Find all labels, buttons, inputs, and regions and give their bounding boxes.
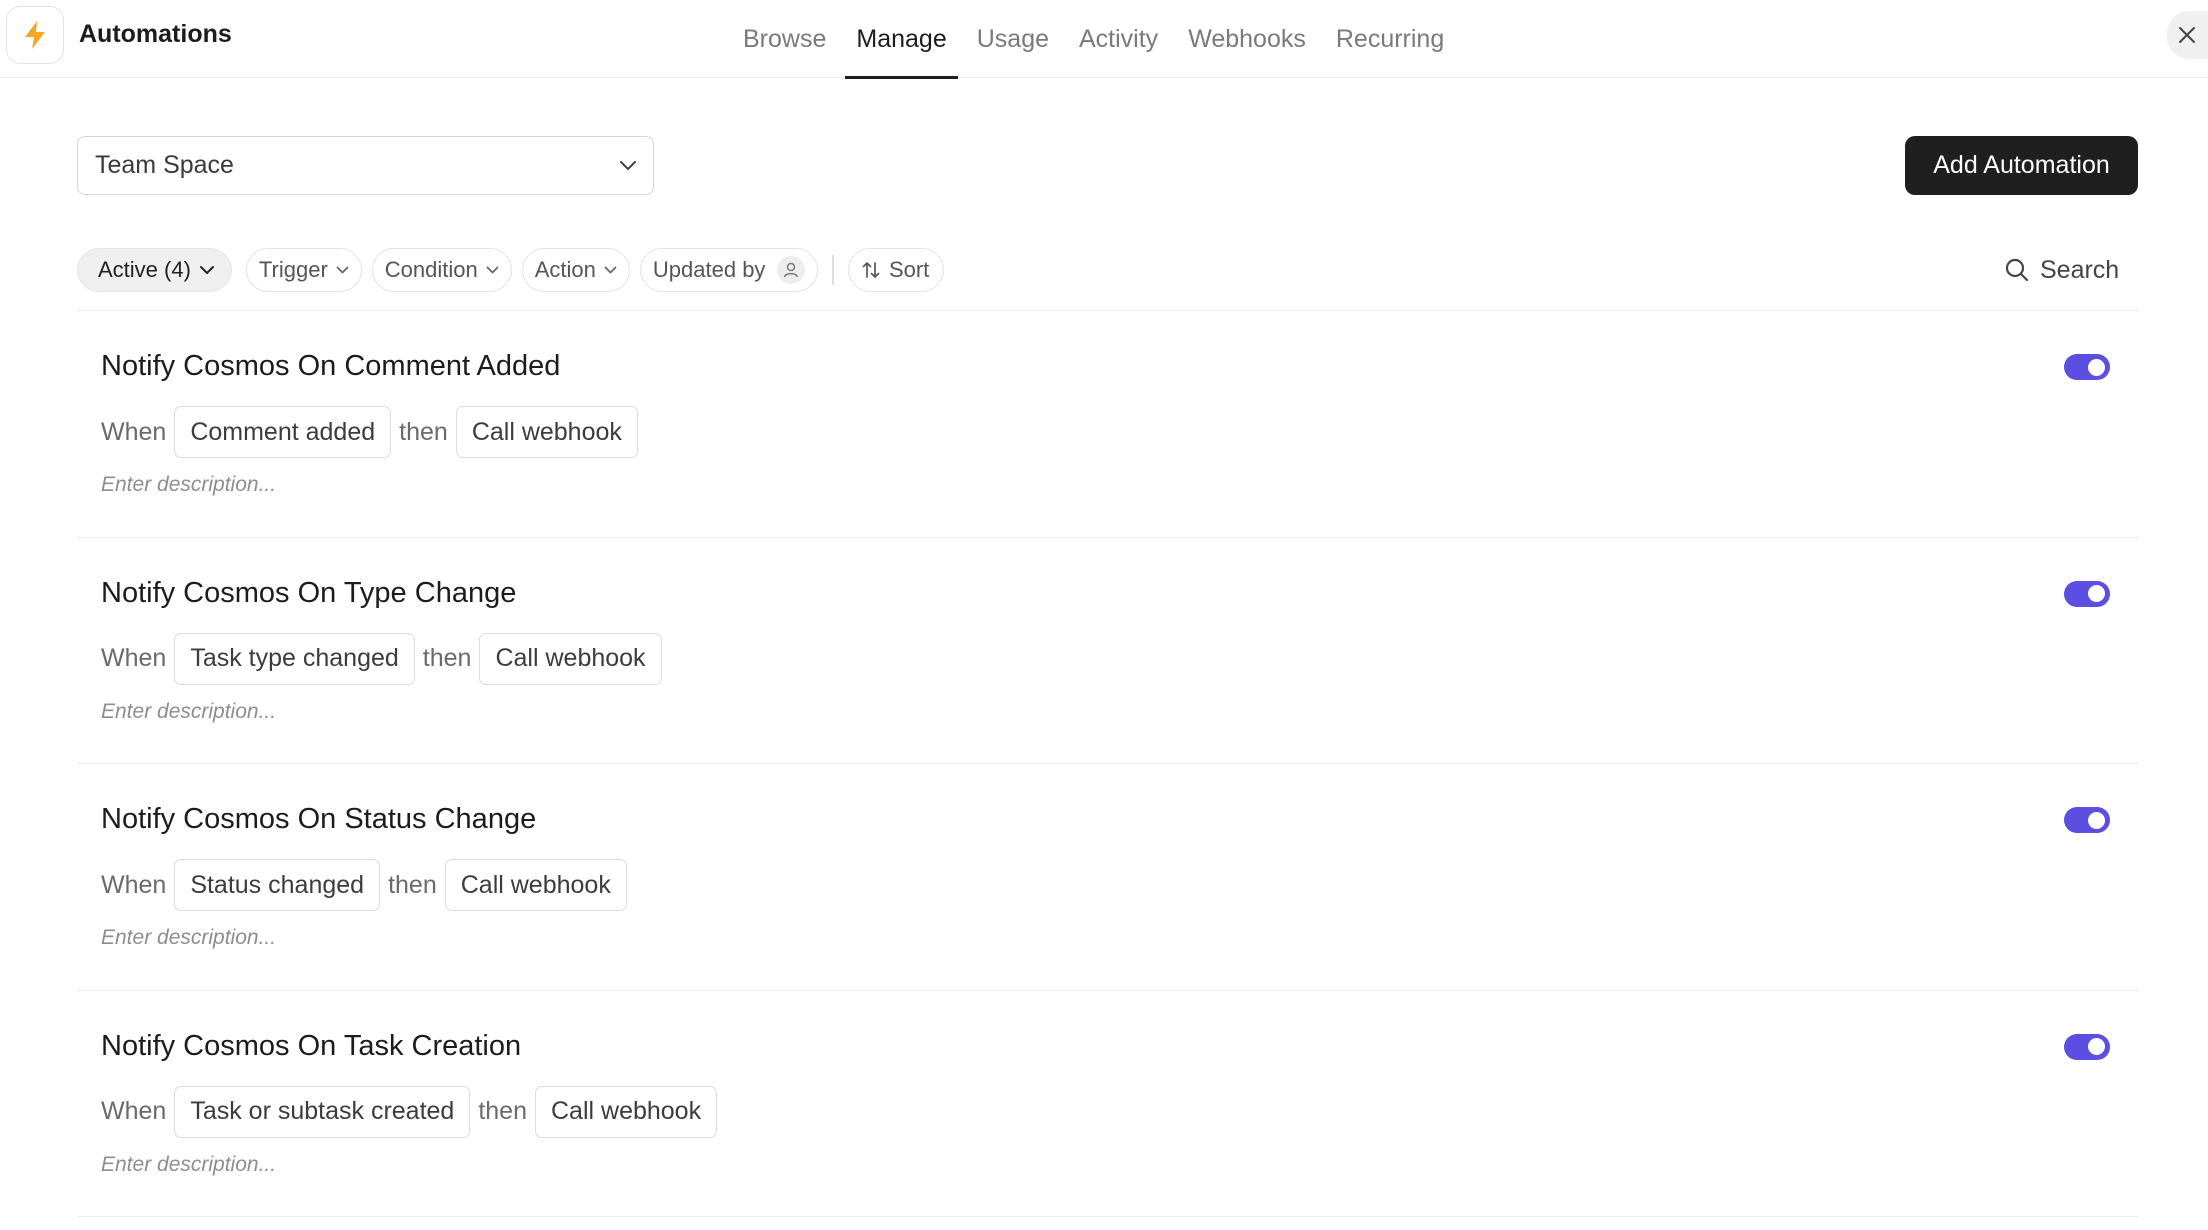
then-label: then [478, 1097, 527, 1125]
automation-row: Notify Cosmos On Comment Added When Comm… [77, 311, 2139, 538]
search-button[interactable]: Search [2004, 252, 2119, 288]
updated-by-filter-label: Updated by [652, 257, 766, 282]
enabled-toggle[interactable] [2064, 580, 2110, 607]
condition-filter-chip[interactable]: Condition [371, 248, 512, 292]
when-label: When [101, 644, 167, 672]
app-title: Automations [79, 20, 232, 48]
tab-webhooks[interactable]: Webhooks [1173, 0, 1321, 78]
app-logo [6, 6, 64, 64]
filter-divider [832, 255, 834, 285]
chevron-down-icon [486, 266, 499, 274]
filter-bar: Active (4) Trigger Condition Action Upda… [77, 248, 954, 292]
trigger-filter-chip[interactable]: Trigger [245, 248, 362, 292]
action-pill[interactable]: Call webhook [479, 632, 662, 685]
tab-recurring[interactable]: Recurring [1321, 0, 1459, 78]
trigger-pill[interactable]: Status changed [174, 859, 381, 911]
add-automation-button[interactable]: Add Automation [1905, 136, 2138, 195]
action-filter-label: Action [534, 257, 596, 282]
user-avatar-icon [777, 256, 806, 284]
automation-row: Notify Cosmos On Status Change When Stat… [77, 764, 2139, 991]
automation-list: Notify Cosmos On Comment Added When Comm… [77, 310, 2139, 1217]
tab-activity[interactable]: Activity [1064, 0, 1173, 78]
when-label: When [101, 1097, 167, 1125]
lightning-bolt-icon [25, 21, 45, 49]
when-label: When [101, 417, 167, 446]
sort-arrows-icon [861, 260, 881, 280]
condition-filter-label: Condition [384, 257, 478, 282]
automation-flow: When Comment added then Call webhook [101, 406, 646, 458]
action-pill[interactable]: Call webhook [455, 406, 638, 458]
then-label: then [422, 644, 472, 672]
chevron-down-icon [336, 266, 349, 274]
top-bar: Automations Browse Manage Usage Activity… [0, 0, 2208, 79]
trigger-filter-label: Trigger [258, 257, 328, 282]
tab-usage[interactable]: Usage [962, 0, 1064, 78]
chevron-down-icon [199, 265, 215, 275]
tab-manage[interactable]: Manage [841, 0, 961, 79]
automation-row: Notify Cosmos On Type Change When Task t… [77, 538, 2139, 764]
description-field[interactable]: Enter description... [101, 926, 276, 950]
close-icon [2179, 27, 2195, 43]
automation-title[interactable]: Notify Cosmos On Status Change [101, 803, 536, 836]
automation-flow: When Status changed then Call webhook [101, 859, 635, 911]
chevron-down-icon [604, 266, 617, 274]
description-field[interactable]: Enter description... [101, 473, 276, 497]
then-label: then [388, 870, 437, 899]
tab-browse[interactable]: Browse [728, 0, 841, 78]
description-field[interactable]: Enter description... [101, 1153, 276, 1177]
close-button[interactable] [2167, 11, 2208, 59]
toggle-knob [2088, 811, 2105, 829]
sort-chip[interactable]: Sort [847, 248, 945, 292]
action-filter-chip[interactable]: Action [521, 248, 630, 292]
enabled-toggle[interactable] [2064, 807, 2110, 833]
automation-flow: When Task type changed then Call webhook [101, 632, 670, 685]
sort-label: Sort [888, 257, 930, 282]
trigger-pill[interactable]: Task type changed [174, 632, 415, 685]
when-label: When [101, 870, 167, 899]
automation-title[interactable]: Notify Cosmos On Type Change [101, 577, 516, 610]
automation-title[interactable]: Notify Cosmos On Task Creation [101, 1030, 521, 1063]
updated-by-filter-chip[interactable]: Updated by [639, 248, 819, 292]
space-select[interactable]: Team Space [77, 136, 654, 195]
toggle-knob [2088, 1038, 2105, 1055]
active-filter-label: Active (4) [98, 257, 191, 282]
active-filter-chip[interactable]: Active (4) [77, 248, 232, 292]
search-label: Search [2040, 255, 2120, 284]
chevron-down-icon [620, 160, 636, 170]
action-pill[interactable]: Call webhook [535, 1085, 718, 1138]
automation-flow: When Task or subtask created then Call w… [101, 1085, 725, 1138]
trigger-pill[interactable]: Comment added [174, 406, 392, 458]
tab-bar: Browse Manage Usage Activity Webhooks Re… [728, 0, 1459, 79]
then-label: then [399, 417, 448, 446]
trigger-pill[interactable]: Task or subtask created [174, 1085, 471, 1138]
automation-title[interactable]: Notify Cosmos On Comment Added [101, 350, 560, 383]
action-pill[interactable]: Call webhook [444, 859, 627, 911]
enabled-toggle[interactable] [2064, 1033, 2110, 1060]
space-select-value: Team Space [95, 151, 234, 179]
description-field[interactable]: Enter description... [101, 700, 276, 724]
toggle-knob [2088, 358, 2105, 376]
search-icon [2004, 257, 2030, 283]
automation-row: Notify Cosmos On Task Creation When Task… [77, 991, 2139, 1217]
enabled-toggle[interactable] [2064, 354, 2110, 380]
toggle-knob [2088, 585, 2105, 602]
